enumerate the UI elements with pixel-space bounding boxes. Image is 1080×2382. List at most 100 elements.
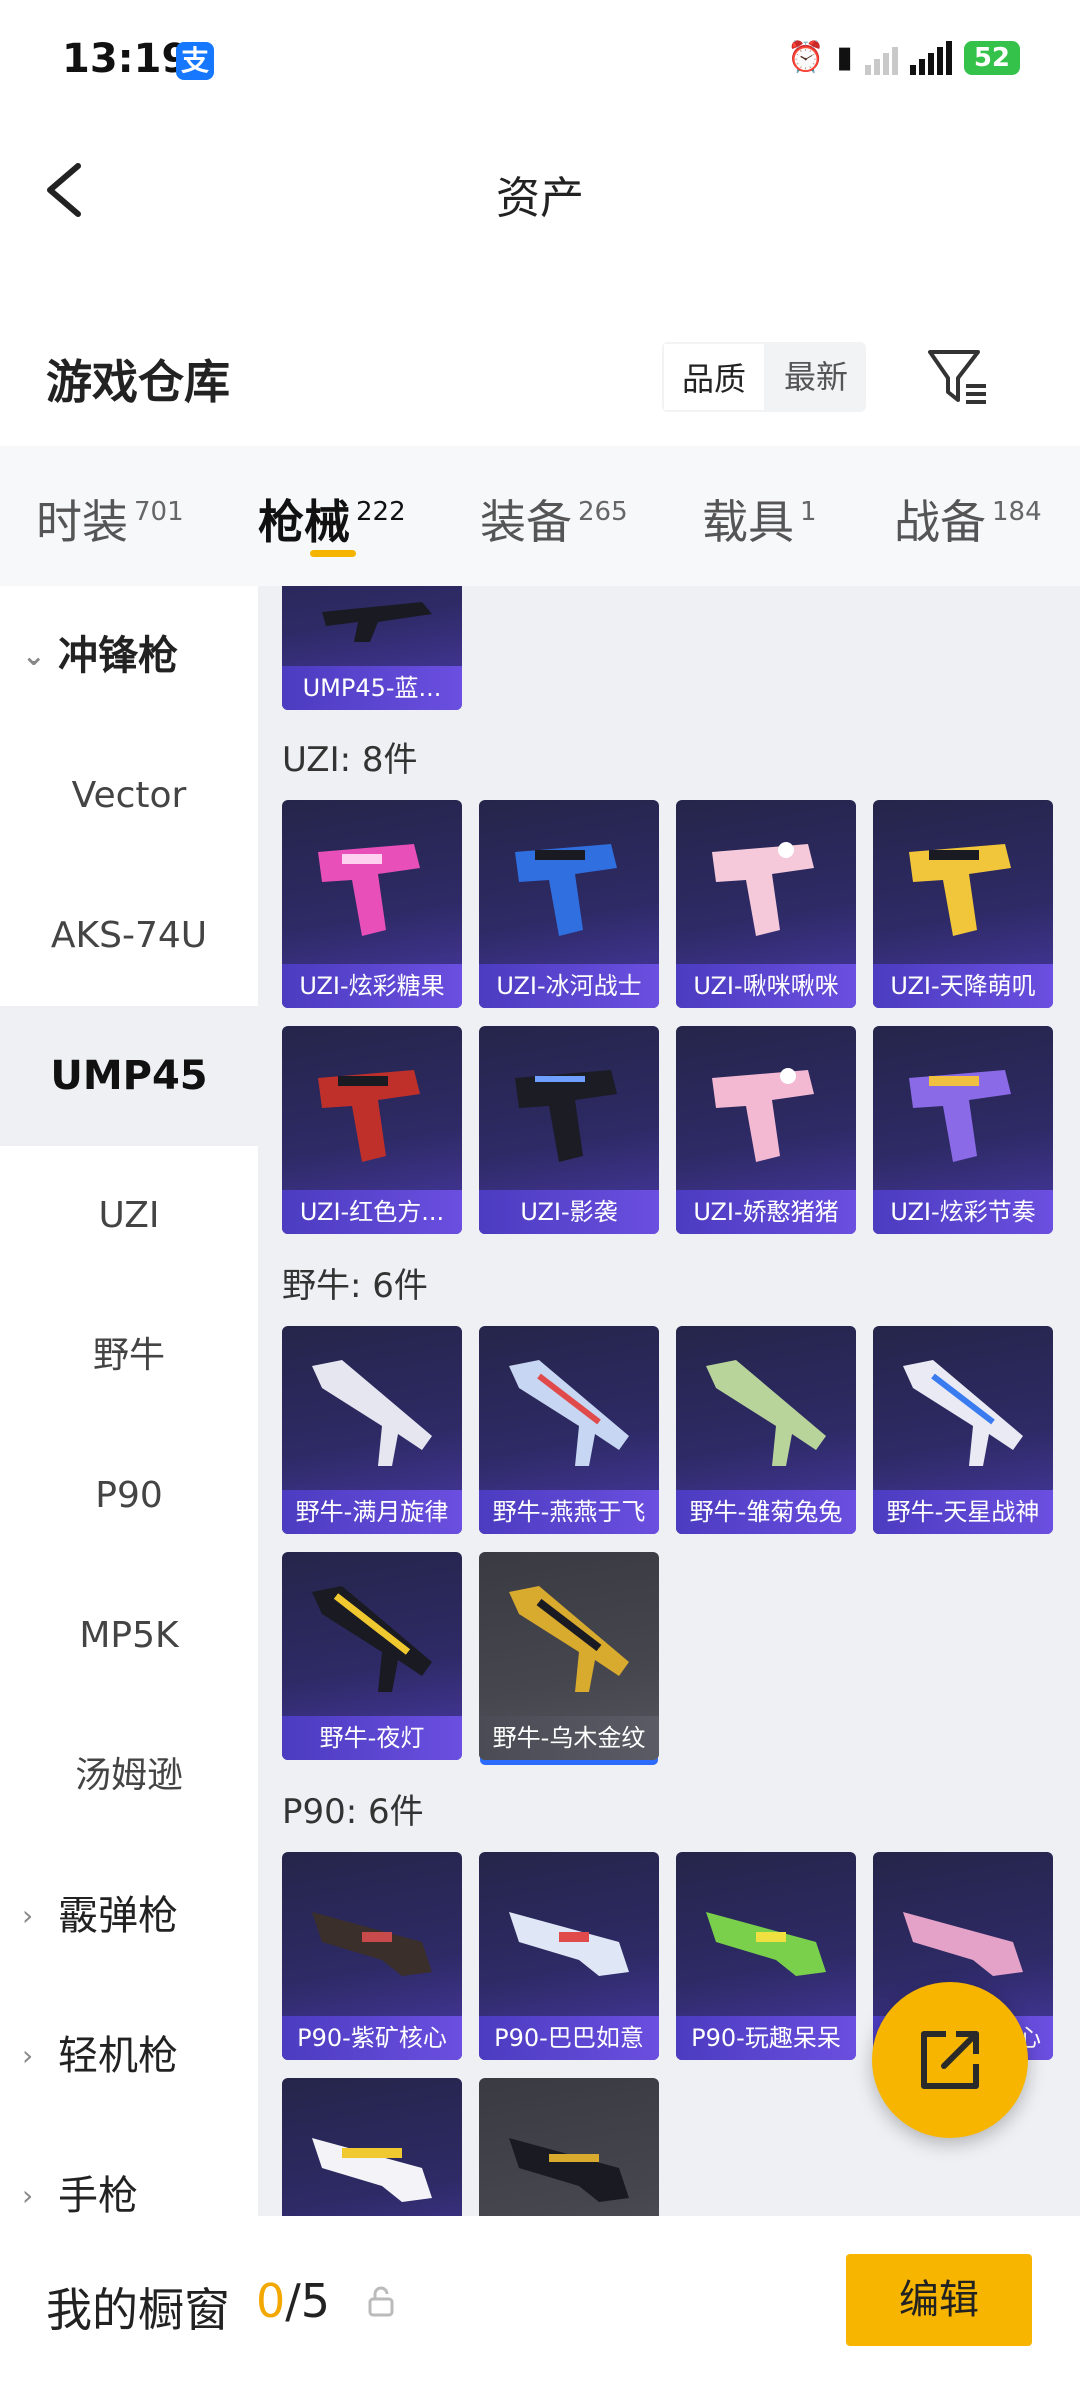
skin-card[interactable]: 野牛-天星战神 [873, 1326, 1053, 1534]
gun-skin-image [712, 842, 814, 936]
lock-icon [368, 2286, 394, 2317]
skin-name: 野牛-乌木金纹 [479, 1716, 659, 1760]
skin-name: UZI-冰河战士 [479, 964, 659, 1008]
gun-skin-image [318, 844, 420, 936]
skin-card[interactable]: 野牛-乌木金纹 [479, 1552, 659, 1760]
skin-name: UZI-天降萌叽 [873, 964, 1053, 1008]
group-title-bison: 野牛: 6件 [282, 1266, 428, 1306]
tab-equipment[interactable]: 装备 265 [480, 486, 628, 552]
share-fab-button[interactable] [872, 1982, 1028, 2138]
sidebar-category-pistol[interactable]: › 手枪 [0, 2126, 258, 2216]
gun-skin-image [706, 1912, 826, 1976]
skin-name: UMP45-蓝... [282, 666, 462, 710]
skin-card[interactable] [479, 2078, 659, 2216]
gun-skin-image [712, 1068, 814, 1162]
wifi-signal-icon [864, 41, 898, 75]
vibrate-icon: ▮ [836, 40, 853, 75]
sidebar-item-aks74u[interactable]: AKS-74U [0, 866, 258, 1006]
showcase-label: 我的橱窗 [46, 2283, 230, 2337]
tab-firearms[interactable]: 枪械 222 [258, 486, 406, 552]
sidebar-category-shotgun[interactable]: › 霰弹枪 [0, 1846, 258, 1986]
skin-name: UZI-炫彩节奏 [873, 1190, 1053, 1234]
chevron-down-icon: ⌄ [22, 639, 46, 672]
skin-name: UZI-娇憨猪猪 [676, 1190, 856, 1234]
skin-card[interactable]: 野牛-雏菊兔兔 [676, 1326, 856, 1534]
tab-combat-supplies[interactable]: 战备 184 [894, 486, 1042, 552]
skin-name: P90-紫矿核心 [282, 2016, 462, 2060]
status-bar: 13:19 支 ⏰ ▮ 52 [0, 0, 1080, 120]
skin-name: P90-巴巴如意 [479, 2016, 659, 2060]
battery-icon: 52 [963, 40, 1020, 75]
skin-card[interactable]: UZI-炫彩糖果 [282, 800, 462, 1008]
chevron-right-icon: › [22, 1899, 34, 1932]
skin-card[interactable] [282, 2078, 462, 2216]
sidebar-item-thompson[interactable]: 汤姆逊 [0, 1706, 258, 1846]
gun-skin-image [509, 1586, 629, 1692]
skin-card[interactable]: UZI-红色方... [282, 1026, 462, 1234]
skin-name: UZI-啾咪啾咪 [676, 964, 856, 1008]
tab-fashion[interactable]: 时装 701 [36, 486, 184, 552]
active-tab-indicator [310, 550, 356, 557]
gun-skin-image [909, 1070, 1011, 1162]
sort-latest-button[interactable]: 最新 [766, 342, 866, 412]
skin-card[interactable]: P90-玩趣呆呆 [676, 1852, 856, 2060]
sort-toggle: 品质 最新 [662, 342, 867, 412]
showcase-count: 0/5 [256, 2274, 331, 2328]
filter-icon[interactable] [926, 346, 990, 406]
weapon-sidebar: ⌄ 冲锋枪 Vector AKS-74U UMP45 UZI 野牛 P90 MP5… [0, 586, 258, 2216]
alipay-icon: 支 [176, 42, 214, 80]
skin-card[interactable]: 野牛-满月旋律 [282, 1326, 462, 1534]
group-title-p90: P90: 6件 [282, 1792, 424, 1832]
skin-name: 野牛-雏菊兔兔 [676, 1490, 856, 1534]
gun-skin-image [706, 1360, 826, 1466]
sidebar-item-p90[interactable]: P90 [0, 1426, 258, 1566]
chevron-right-icon: › [22, 2179, 34, 2212]
skin-card[interactable]: UZI-冰河战士 [479, 800, 659, 1008]
sidebar-item-ump45[interactable]: UMP45 [0, 1006, 258, 1146]
edit-button[interactable]: 编辑 [846, 2254, 1032, 2346]
skin-name: 野牛-夜灯 [282, 1716, 462, 1760]
skin-card[interactable]: P90-巴巴如意 [479, 1852, 659, 2060]
page-title: 资产 [496, 173, 584, 224]
skin-name: P90-玩趣呆呆 [676, 2016, 856, 2060]
gun-skin-image [322, 602, 432, 642]
skin-name: 野牛-满月旋律 [282, 1490, 462, 1534]
skin-card[interactable]: UZI-影袭 [479, 1026, 659, 1234]
group-title-uzi: UZI: 8件 [282, 740, 418, 780]
gun-skin-image [318, 1070, 420, 1162]
sidebar-item-vector[interactable]: Vector [0, 726, 258, 866]
skin-name: UZI-影袭 [479, 1190, 659, 1234]
gun-skin-image [903, 1360, 1023, 1466]
gun-skin-image [312, 1912, 432, 1976]
category-tabs: 时装 701 枪械 222 装备 265 载具 1 战备 184 [0, 446, 1080, 586]
skin-name: UZI-炫彩糖果 [282, 964, 462, 1008]
gun-skin-image [515, 844, 617, 936]
gun-skin-image [515, 1070, 617, 1162]
skin-card[interactable]: UZI-啾咪啾咪 [676, 800, 856, 1008]
skin-card[interactable]: P90-紫矿核心 [282, 1852, 462, 2060]
gun-skin-image [909, 844, 1011, 936]
sidebar-item-mp5k[interactable]: MP5K [0, 1566, 258, 1706]
sort-quality-button[interactable]: 品质 [662, 342, 767, 412]
skin-name: 野牛-天星战神 [873, 1490, 1053, 1534]
skin-card[interactable]: UMP45-蓝... [282, 586, 462, 710]
status-time: 13:19 [62, 36, 190, 82]
gun-skin-image [312, 2138, 432, 2202]
skin-name: 野牛-燕燕于飞 [479, 1490, 659, 1534]
sidebar-category-submachine[interactable]: ⌄ 冲锋枪 [0, 586, 258, 726]
cell-signal-icon [909, 40, 952, 75]
skin-card[interactable]: UZI-炫彩节奏 [873, 1026, 1053, 1234]
skin-card[interactable]: 野牛-夜灯 [282, 1552, 462, 1760]
sidebar-item-bison[interactable]: 野牛 [0, 1286, 258, 1426]
sidebar-category-lmg[interactable]: › 轻机枪 [0, 1986, 258, 2126]
tab-vehicles[interactable]: 载具 1 [702, 486, 817, 552]
gun-skin-image [509, 1360, 629, 1466]
top-nav: 资产 [0, 120, 1080, 260]
warehouse-title: 游戏仓库 [46, 355, 230, 409]
showcase-bar: 我的橱窗 0/5 编辑 [0, 2216, 1080, 2382]
skin-card[interactable]: UZI-娇憨猪猪 [676, 1026, 856, 1234]
skin-card[interactable]: 野牛-燕燕于飞 [479, 1326, 659, 1534]
skin-card[interactable]: UZI-天降萌叽 [873, 800, 1053, 1008]
sidebar-item-uzi[interactable]: UZI [0, 1146, 258, 1286]
skin-grid: UMP45-蓝... UZI: 8件 UZI-炫彩糖果 UZI-冰河战士 UZI… [258, 586, 1080, 2216]
